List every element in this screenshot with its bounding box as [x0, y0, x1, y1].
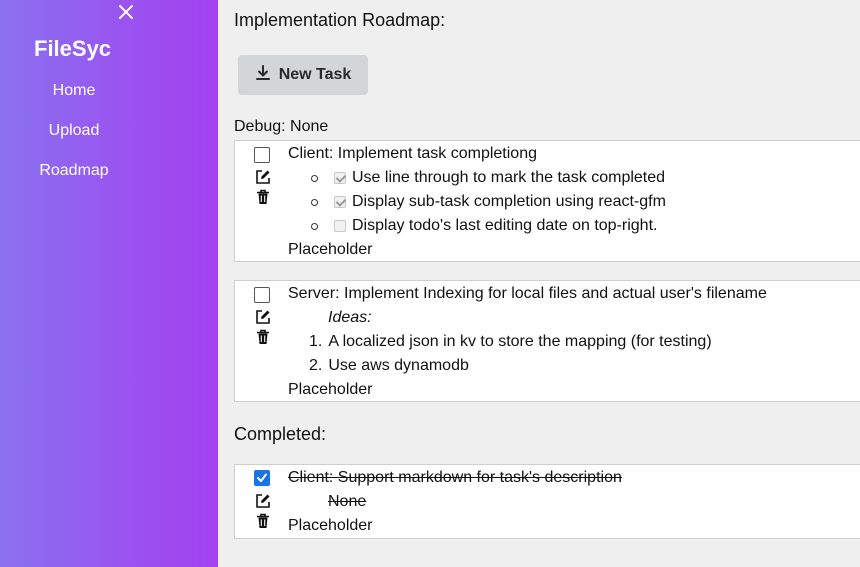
subtask-item: Display todo's last editing date on top-… — [311, 217, 657, 235]
idea-item: 2. Use aws dynamodb — [309, 357, 469, 375]
close-icon[interactable] — [115, 1, 137, 23]
trash-icon[interactable] — [255, 329, 271, 345]
sidebar-item-upload[interactable]: Upload — [0, 122, 148, 140]
sidebar: FileSyc Home Upload Roadmap — [0, 0, 218, 567]
task-title: Client: Support markdown for task's desc… — [288, 469, 622, 486]
brand-logo-text: FileSyc — [34, 36, 112, 61]
new-task-button[interactable]: New Task — [238, 55, 368, 95]
task-checkbox[interactable] — [254, 147, 270, 163]
task-title: Server: Implement Indexing for local fil… — [288, 285, 767, 302]
sidebar-item-roadmap[interactable]: Roadmap — [0, 162, 148, 180]
subtask-checkbox[interactable] — [334, 220, 346, 232]
subtask-checkbox[interactable] — [334, 196, 346, 208]
idea-number: 1. — [309, 333, 323, 350]
page-title: Implementation Roadmap: — [234, 10, 446, 30]
main-content: Implementation Roadmap: New Task Debug: … — [218, 0, 860, 567]
subtask-text: Display todo's last editing date on top-… — [352, 217, 658, 234]
task-description: None — [328, 493, 367, 510]
subtask-checkbox[interactable] — [334, 172, 346, 184]
subtask-text: Use line through to mark the task comple… — [352, 169, 666, 186]
trash-icon[interactable] — [255, 189, 271, 205]
subtask-text: Display sub-task completion using react-… — [352, 193, 666, 210]
edit-icon[interactable] — [255, 493, 271, 509]
subtask-item: Use line through to mark the task comple… — [311, 169, 665, 187]
edit-icon[interactable] — [255, 309, 271, 325]
task-footer: Placeholder — [288, 241, 373, 258]
bullet — [311, 222, 318, 230]
task-title: Client: Implement task completiong — [288, 145, 537, 162]
task-footer: Placeholder — [288, 381, 373, 398]
idea-text: A localized json in kv to store the mapp… — [328, 333, 712, 350]
debug-text: Debug: None — [234, 118, 329, 135]
completed-title: Completed: — [234, 424, 327, 444]
task-card: Server: Implement Indexing for local fil… — [234, 280, 860, 402]
download-icon — [255, 64, 271, 86]
ideas-label: Ideas: — [328, 309, 372, 326]
sidebar-item-home[interactable]: Home — [0, 82, 148, 100]
new-task-label: New Task — [278, 66, 352, 83]
idea-number: 2. — [309, 357, 323, 374]
idea-text: Use aws dynamodb — [328, 357, 469, 374]
bullet — [311, 174, 318, 182]
task-checkbox[interactable] — [254, 287, 270, 303]
task-card: Client: Implement task completiong Use l… — [234, 140, 860, 262]
subtask-item: Display sub-task completion using react-… — [311, 193, 666, 211]
bullet — [311, 198, 318, 206]
completed-task-card: Client: Support markdown for task's desc… — [234, 464, 860, 539]
idea-item: 1. A localized json in kv to store the m… — [309, 333, 712, 351]
task-footer: Placeholder — [288, 517, 373, 534]
edit-icon[interactable] — [255, 169, 271, 185]
task-checkbox-checked[interactable] — [254, 470, 270, 486]
trash-icon[interactable] — [255, 513, 271, 529]
